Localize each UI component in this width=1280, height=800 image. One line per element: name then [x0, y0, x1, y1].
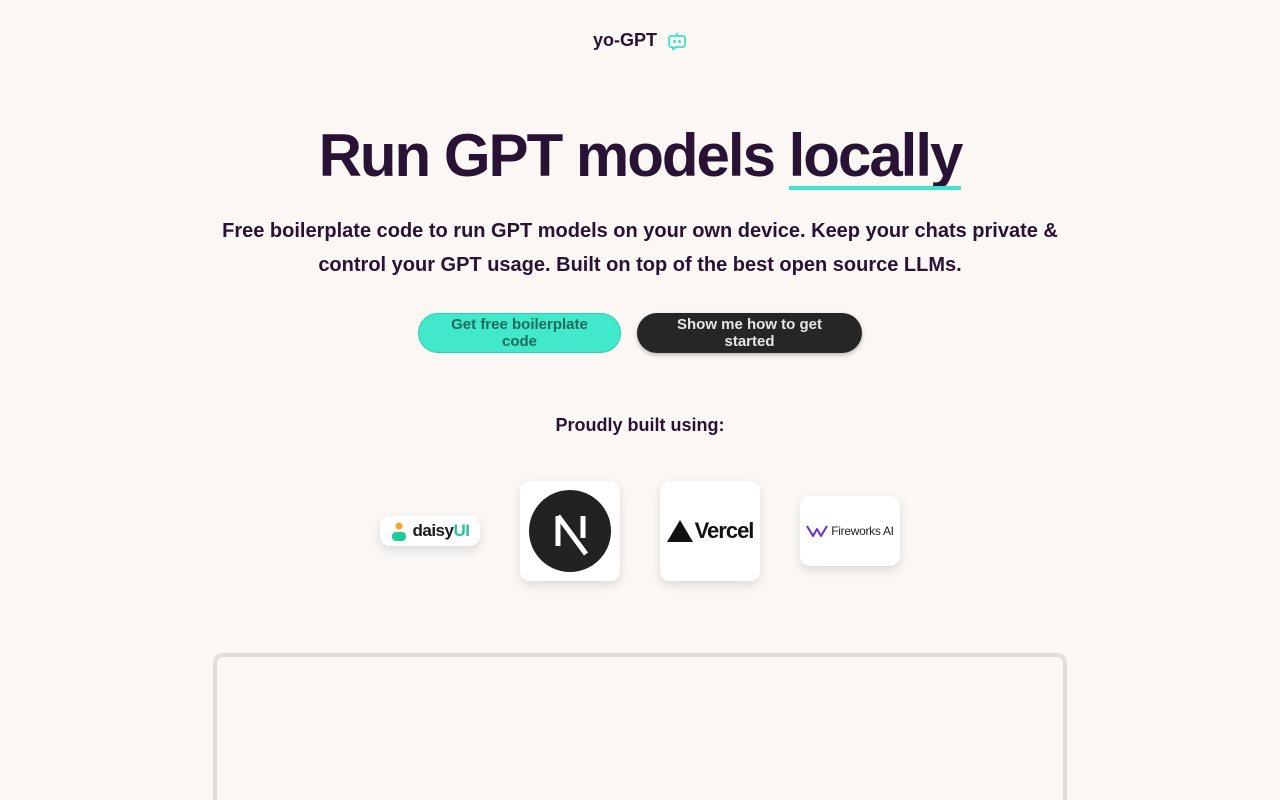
daisyui-wordmark-main: daisy	[412, 521, 454, 540]
brand-header: yo-GPT	[0, 30, 1280, 51]
daisyui-logo[interactable]: daisyUI	[380, 516, 480, 546]
vercel-wordmark: Vercel	[694, 518, 755, 543]
built-with-label: Proudly built using:	[555, 415, 725, 435]
hero-subtitle: Free boilerplate code to run GPT models …	[222, 220, 1058, 276]
cta-row: Get free boilerplate code Show me how to…	[0, 313, 1280, 353]
chat-bot-icon	[667, 31, 687, 51]
fireworks-wordmark: Fireworks AI	[831, 524, 894, 538]
preview-frame	[213, 653, 1067, 800]
nextjs-logo[interactable]	[520, 481, 620, 581]
nextjs-mark-icon	[529, 490, 611, 572]
vercel-triangle-icon	[666, 520, 693, 542]
landing-page: yo-GPT Run GPT models locally Free boile…	[0, 0, 1280, 800]
daisyui-mark-icon	[391, 522, 406, 541]
daisyui-wordmark-suffix: UI	[453, 521, 470, 540]
get-boilerplate-button[interactable]: Get free boilerplate code	[418, 313, 621, 353]
brand-name[interactable]: yo-GPT	[593, 30, 657, 51]
daisyui-wordmark: daisyUI	[413, 521, 470, 541]
hero-title: Run GPT models locally	[0, 118, 1280, 194]
hero-title-main: Run GPT models	[318, 122, 789, 189]
fireworks-mark-icon	[806, 525, 829, 537]
vercel-logo[interactable]: Vercel	[660, 481, 760, 581]
hero-title-highlight: locally	[788, 118, 963, 194]
fireworks-logo[interactable]: Fireworks AI	[800, 496, 900, 566]
get-started-button[interactable]: Show me how to get started	[637, 313, 862, 353]
